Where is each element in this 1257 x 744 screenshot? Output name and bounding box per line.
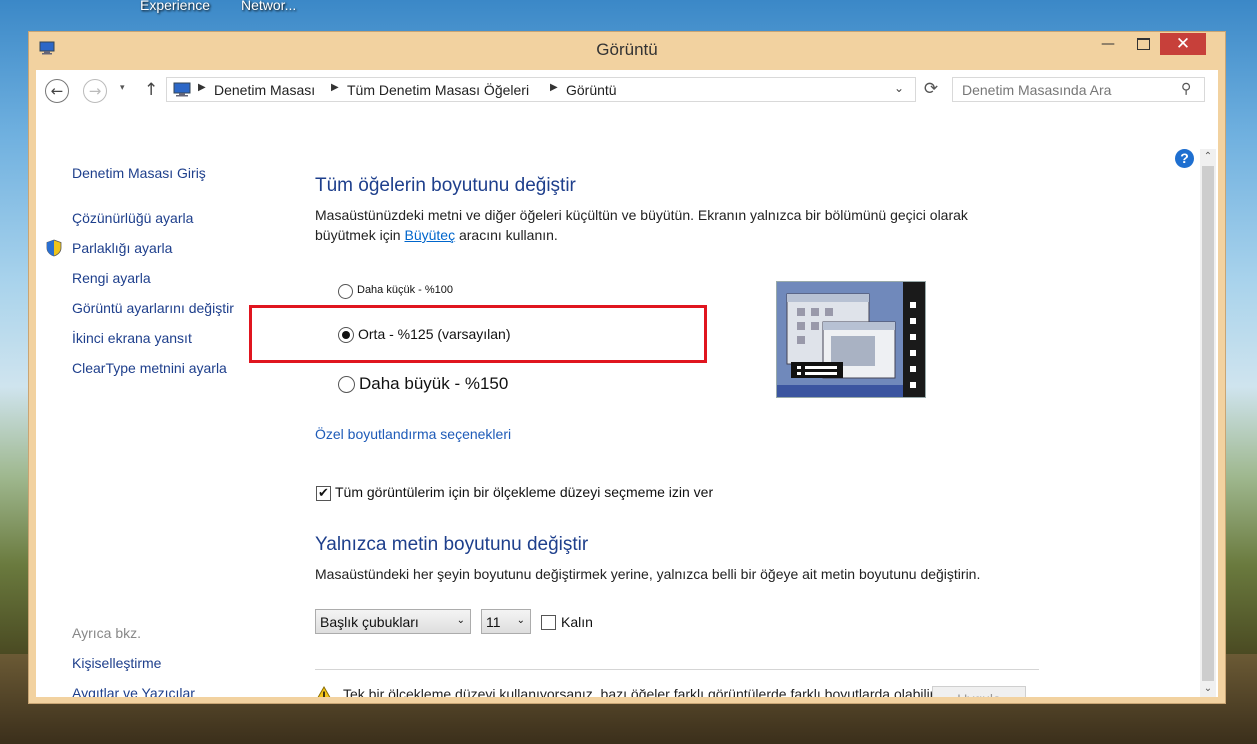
radio-smaller[interactable] xyxy=(338,284,353,299)
highlight-box xyxy=(249,305,707,363)
font-size-select[interactable]: 11 ⌄ xyxy=(481,609,531,634)
title-bar[interactable]: Görüntü — ✕ xyxy=(29,32,1225,67)
up-button[interactable]: ↑ xyxy=(144,80,158,100)
description-line2: büyütmek için Büyüteç aracını kullanın. xyxy=(315,225,968,245)
item-select-value: Başlık çubukları xyxy=(320,614,419,630)
sidebar-item-home[interactable]: Denetim Masası Giriş xyxy=(72,165,206,181)
section-heading-all-items: Tüm öğelerin boyutunu değiştir xyxy=(315,175,576,196)
search-input[interactable]: Denetim Masasında Ara ⚲ xyxy=(952,77,1205,102)
display-window: Görüntü — ✕ ← → ▾ ↑ ▶ Denetim Masası ▶ T… xyxy=(28,31,1226,704)
sidebar-item-display-settings[interactable]: Görüntü ayarlarını değiştir xyxy=(72,300,234,316)
breadcrumb-control-panel[interactable]: Denetim Masası xyxy=(214,82,315,98)
radio-larger-label[interactable]: Daha büyük - %150 xyxy=(359,374,508,394)
description-line1: Masaüstünüzdeki metni ve diğer öğeleri k… xyxy=(315,207,968,223)
radio-larger[interactable] xyxy=(338,376,355,393)
warning-text: Tek bir ölçekleme düzeyi kullanıyorsanız… xyxy=(343,686,938,697)
breadcrumb-separator[interactable]: ▶ xyxy=(331,82,339,93)
preview-graphic xyxy=(777,282,925,397)
custom-sizing-link[interactable]: Özel boyutlandırma seçenekleri xyxy=(315,426,511,442)
sidebar-item-devices-printers[interactable]: Aygıtlar ve Yazıcılar xyxy=(72,685,195,697)
bold-checkbox[interactable] xyxy=(541,615,556,630)
back-button[interactable]: ← xyxy=(45,79,69,103)
chevron-down-icon: ⌄ xyxy=(456,615,465,626)
breadcrumb-separator[interactable]: ▶ xyxy=(198,82,206,93)
description-text: büyütmek için xyxy=(315,227,405,243)
section-description: Masaüstünüzdeki metni ve diğer öğeleri k… xyxy=(315,205,968,245)
sidebar-item-project[interactable]: İkinci ekrana yansıt xyxy=(72,330,192,346)
warning-icon xyxy=(317,686,331,697)
forward-button[interactable]: → xyxy=(83,79,107,103)
breadcrumb-all-items[interactable]: Tüm Denetim Masası Öğeleri xyxy=(347,82,529,98)
recent-locations-button[interactable]: ▾ xyxy=(120,83,125,93)
maximize-button[interactable] xyxy=(1129,33,1157,55)
bold-checkbox-label[interactable]: Kalın xyxy=(561,614,593,630)
scaling-checkbox-label[interactable]: Tüm görüntülerim için bir ölçekleme düze… xyxy=(335,484,713,500)
scroll-up-button[interactable]: ⌃ xyxy=(1200,149,1216,165)
content-area: Denetim Masası Giriş Çözünürlüğü ayarla … xyxy=(36,113,1218,697)
sidebar-item-brightness[interactable]: Parlaklığı ayarla xyxy=(72,240,172,256)
magnifier-link[interactable]: Büyüteç xyxy=(404,227,455,243)
help-icon[interactable]: ? xyxy=(1175,149,1194,168)
apply-button[interactable]: Uygula xyxy=(932,686,1026,697)
address-dropdown-icon[interactable]: ⌄ xyxy=(894,81,904,95)
refresh-button[interactable]: ⟳ xyxy=(920,79,942,101)
radio-smaller-label[interactable]: Daha küçük - %100 xyxy=(357,284,453,296)
address-bar[interactable]: ▶ Denetim Masası ▶ Tüm Denetim Masası Öğ… xyxy=(166,77,916,102)
sidebar-item-resolution[interactable]: Çözünürlüğü ayarla xyxy=(72,210,193,226)
control-panel-icon xyxy=(173,82,191,97)
sidebar-item-color[interactable]: Rengi ayarla xyxy=(72,270,151,286)
vertical-scrollbar[interactable]: ⌃ ⌄ xyxy=(1200,149,1216,697)
scroll-down-button[interactable]: ⌄ xyxy=(1200,681,1216,697)
chevron-down-icon: ⌄ xyxy=(516,615,525,626)
close-button[interactable]: ✕ xyxy=(1160,33,1206,55)
breadcrumb-separator[interactable]: ▶ xyxy=(550,82,558,93)
minimize-button[interactable]: — xyxy=(1094,33,1122,55)
item-select[interactable]: Başlık çubukları ⌄ xyxy=(315,609,471,634)
footer-divider xyxy=(315,669,1039,670)
search-icon[interactable]: ⚲ xyxy=(1181,81,1191,97)
see-also-label: Ayrıca bkz. xyxy=(72,625,141,641)
description-text: aracını kullanın. xyxy=(455,227,558,243)
desktop-icon-network[interactable]: Networ... xyxy=(241,0,296,13)
search-placeholder: Denetim Masasında Ara xyxy=(962,82,1112,98)
desktop-icon-experience[interactable]: Experience xyxy=(140,0,210,13)
scroll-thumb[interactable] xyxy=(1202,166,1214,681)
section-heading-text-only: Yalnızca metin boyutunu değiştir xyxy=(315,534,589,555)
section2-description: Masaüstündeki her şeyin boyutunu değişti… xyxy=(315,566,981,582)
font-size-value: 11 xyxy=(486,614,501,630)
scaling-preview-image xyxy=(776,281,926,398)
scaling-checkbox[interactable]: ✔ xyxy=(316,486,331,501)
sidebar-item-cleartype[interactable]: ClearType metnini ayarla xyxy=(72,360,227,376)
sidebar-item-personalization[interactable]: Kişiselleştirme xyxy=(72,655,161,671)
navigation-bar: ← → ▾ ↑ ▶ Denetim Masası ▶ Tüm Denetim M… xyxy=(36,70,1218,113)
maximize-icon xyxy=(1136,38,1150,50)
window-title: Görüntü xyxy=(596,40,658,59)
uac-shield-icon xyxy=(46,239,62,257)
breadcrumb-display[interactable]: Görüntü xyxy=(566,82,617,98)
